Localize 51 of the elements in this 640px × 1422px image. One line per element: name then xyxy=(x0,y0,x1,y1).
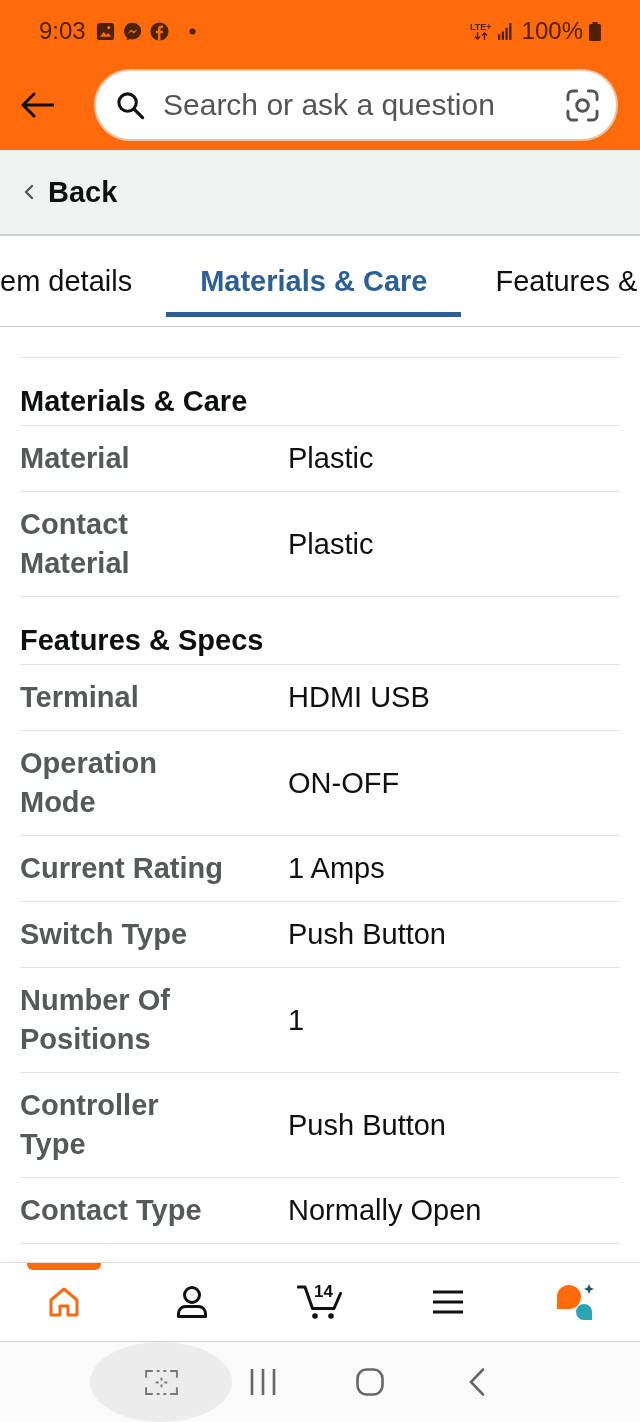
spec-label: Contact Material xyxy=(20,507,131,581)
section-heading: Materials & Care xyxy=(20,358,620,426)
tab[interactable]: em details xyxy=(0,236,167,317)
tab[interactable]: Materials & Care xyxy=(166,236,462,317)
battery-level: 100% xyxy=(521,17,583,45)
back-arrow-icon[interactable] xyxy=(20,92,54,118)
spec-value: 1 Amps xyxy=(288,852,385,884)
back-icon[interactable] xyxy=(469,1368,485,1396)
spec-value: Push Button xyxy=(288,918,446,950)
network-type: LTE+ xyxy=(470,22,492,32)
search-icon xyxy=(116,90,145,120)
spec-value: ON-OFF xyxy=(288,766,400,799)
spec-label: Material xyxy=(20,441,130,476)
battery-icon xyxy=(589,21,601,41)
signal-icon xyxy=(497,22,512,40)
spec-value: 1 xyxy=(288,1003,305,1036)
circle-f-icon xyxy=(149,21,169,41)
chat-bubbles-icon xyxy=(556,1283,596,1320)
recent-apps-icon[interactable] xyxy=(249,1368,277,1396)
data-arrows-icon xyxy=(473,31,488,40)
spec-label: Contact Type xyxy=(20,1193,202,1228)
status-time: 9:03 xyxy=(39,17,86,45)
cart-icon xyxy=(297,1283,343,1320)
rounded-square-icon[interactable] xyxy=(356,1368,384,1396)
spec-label: Number Of Positions xyxy=(20,983,171,1057)
dot-icon xyxy=(188,27,196,35)
dashed-frame-icon xyxy=(144,1369,178,1395)
section-heading: Features & Specs xyxy=(20,597,620,665)
house-icon xyxy=(48,1285,80,1318)
camera-scan-icon[interactable] xyxy=(566,88,599,122)
spec-value: Normally Open xyxy=(288,1194,482,1226)
chevron-left-icon xyxy=(24,184,34,200)
cart-tab[interactable]: 14 xyxy=(256,1263,384,1341)
spec-label: Operation Mode xyxy=(20,746,158,820)
spec-value: Plastic xyxy=(288,442,374,474)
spec-value: Push Button xyxy=(288,1108,446,1141)
search-field[interactable]: Search or ask a question xyxy=(94,69,618,141)
spec-label: Switch Type xyxy=(20,917,188,952)
spec-value: HDMI USB xyxy=(288,681,430,713)
spec-label: Controller Type xyxy=(20,1088,160,1162)
spec-label: Current Rating xyxy=(20,851,223,886)
speech-bubble-icon xyxy=(122,21,142,41)
spec-value: Plastic xyxy=(288,527,374,560)
person-icon xyxy=(175,1284,209,1319)
spec-label: Terminal xyxy=(20,680,139,715)
menu-icon xyxy=(432,1289,464,1314)
image-icon xyxy=(95,21,115,41)
tab[interactable]: Features & xyxy=(461,236,640,317)
back-button[interactable]: Back xyxy=(24,175,118,209)
search-input[interactable]: Search or ask a question xyxy=(163,88,548,122)
cart-count: 14 xyxy=(314,1283,333,1300)
